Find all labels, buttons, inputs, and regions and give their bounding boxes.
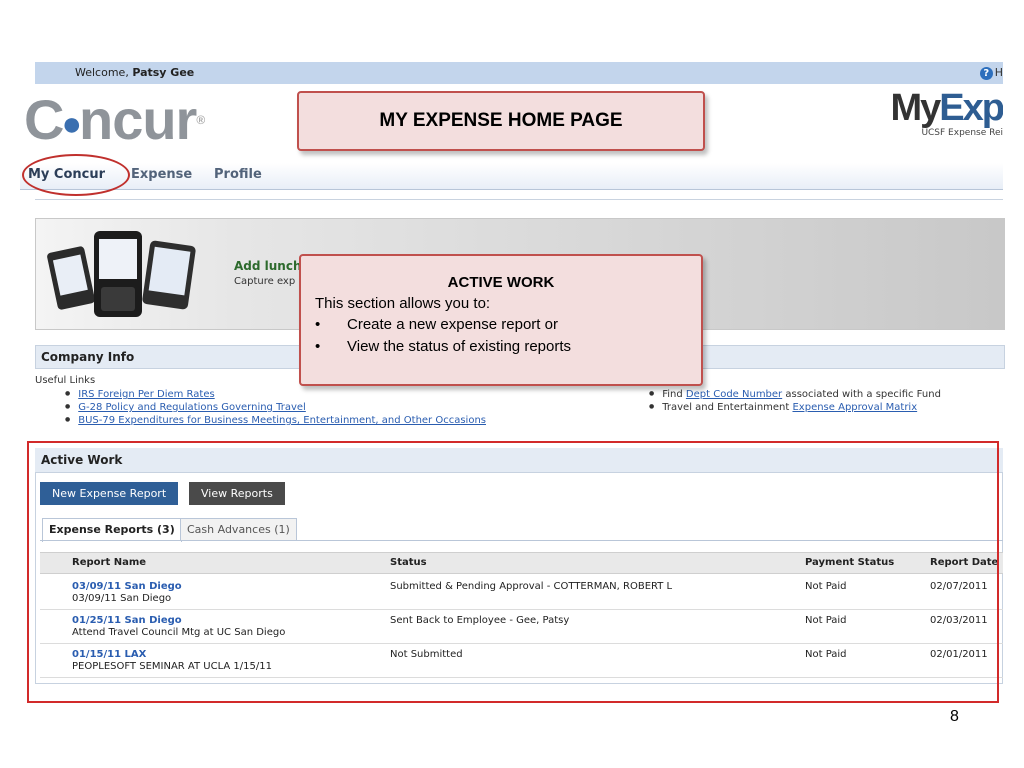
link-g28-policy[interactable]: G-28 Policy and Regulations Governing Tr… xyxy=(78,402,306,413)
divider xyxy=(35,199,1003,200)
list-item: Find Dept Code Number associated with a … xyxy=(649,388,941,401)
callout-home-page: MY EXPENSE HOME PAGE xyxy=(297,91,705,151)
banner-title: Add lunch xyxy=(234,259,302,273)
link-irs-per-diem[interactable]: IRS Foreign Per Diem Rates xyxy=(78,389,214,400)
info-links-list: Find Dept Code Number associated with a … xyxy=(649,388,941,414)
list-item: Travel and Entertainment Expense Approva… xyxy=(649,401,941,414)
slide-number: 8 xyxy=(950,708,959,725)
callout-bullet: • Create a new expense report or xyxy=(315,316,558,333)
brand-subtitle: UCSF Expense Rei xyxy=(921,128,1003,138)
help-icon: ? xyxy=(979,67,993,80)
active-work-highlight xyxy=(27,441,999,703)
link-bus79[interactable]: BUS-79 Expenditures for Business Meeting… xyxy=(78,415,486,426)
welcome-text: Welcome, Patsy Gee xyxy=(75,66,195,79)
myexpense-brand: MyExp UCSF Expense Rei xyxy=(863,88,1004,138)
welcome-bar: Welcome, Patsy Gee ? H xyxy=(35,62,1003,84)
useful-links-label: Useful Links xyxy=(35,375,96,386)
banner-subtitle: Capture exp xyxy=(234,276,296,287)
link-dept-code[interactable]: Dept Code Number xyxy=(686,389,782,400)
callout-bullet: • View the status of existing reports xyxy=(315,338,572,355)
highlight-ring xyxy=(22,154,130,196)
main-nav: My Concur Expense Profile xyxy=(20,163,1003,190)
concur-logo: C●ncur® xyxy=(24,88,205,151)
callout-intro: This section allows you to: xyxy=(315,295,491,312)
tab-profile[interactable]: Profile xyxy=(214,167,262,182)
list-item: IRS Foreign Per Diem Rates xyxy=(65,388,486,401)
brand-title: MyExp xyxy=(890,88,1004,128)
link-approval-matrix[interactable]: Expense Approval Matrix xyxy=(792,402,917,413)
user-name: Patsy Gee xyxy=(132,66,195,79)
help-link[interactable]: ? H xyxy=(979,62,1003,84)
tab-expense[interactable]: Expense xyxy=(131,167,192,182)
callout-active-work: ACTIVE WORK This section allows you to: … xyxy=(299,254,703,386)
callout-title: ACTIVE WORK xyxy=(447,274,555,291)
useful-links-list: IRS Foreign Per Diem Rates G-28 Policy a… xyxy=(65,388,486,427)
phones-icon xyxy=(47,231,196,317)
list-item: G-28 Policy and Regulations Governing Tr… xyxy=(65,401,486,414)
list-item: BUS-79 Expenditures for Business Meeting… xyxy=(65,414,486,427)
